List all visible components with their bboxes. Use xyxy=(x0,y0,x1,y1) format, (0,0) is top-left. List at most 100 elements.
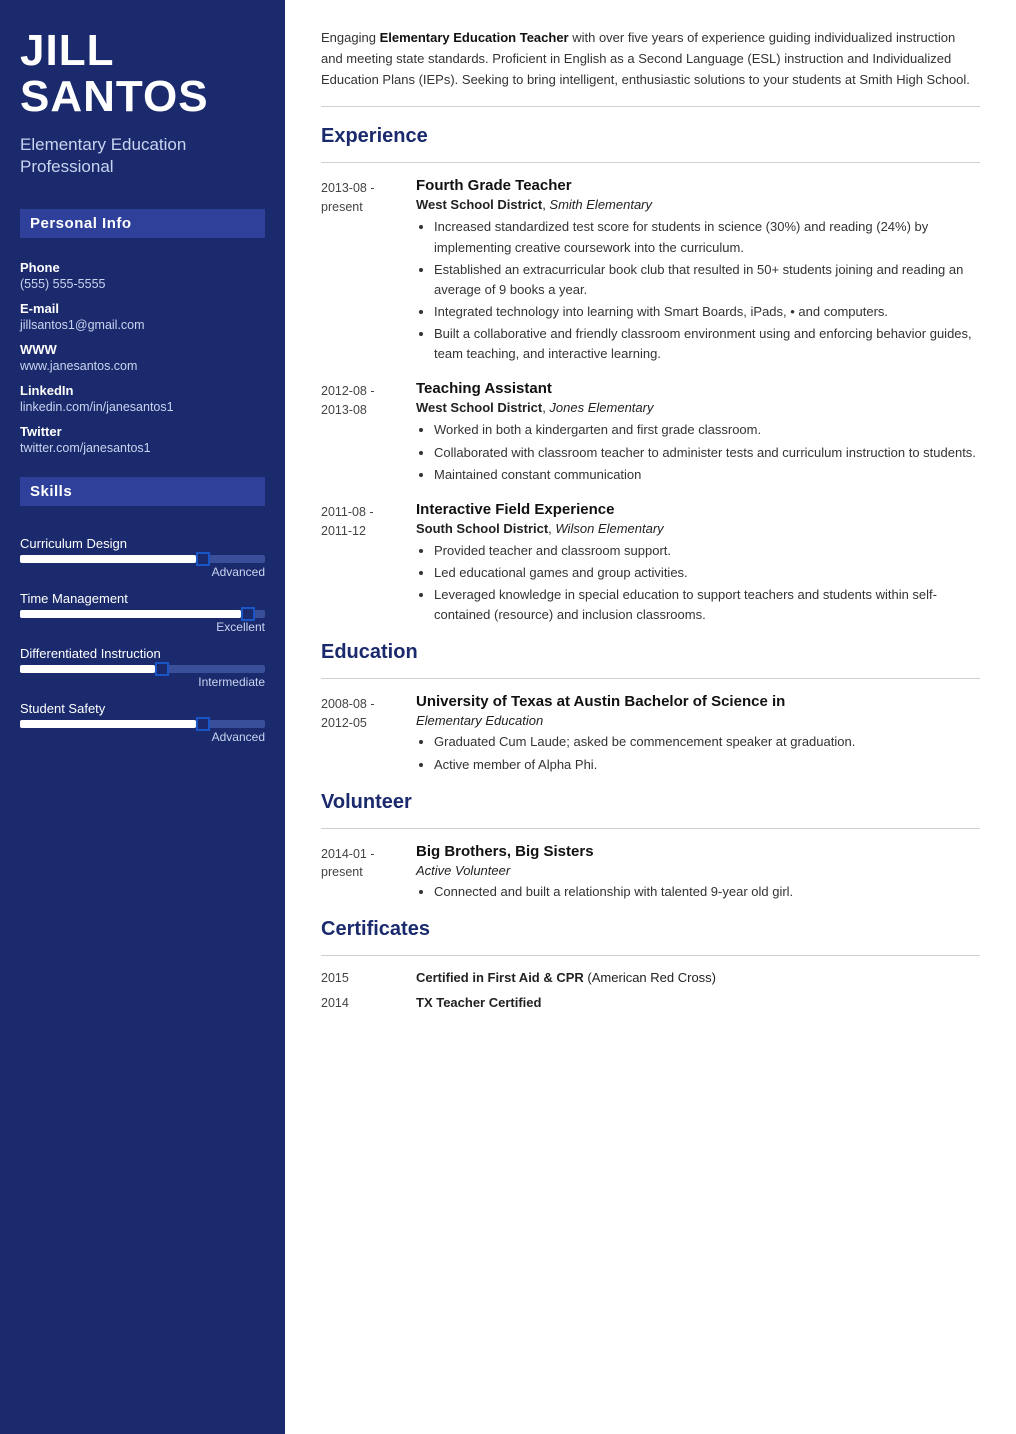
edu-sub: Elementary Education xyxy=(416,713,980,728)
personal-info-section: Phone (555) 555-5555 E-mail jillsantos1@… xyxy=(20,250,265,457)
skill-bar-dot xyxy=(196,717,210,731)
bullet: Established an extracurricular book club… xyxy=(434,260,980,300)
entry-org: West School District, Jones Elementary xyxy=(416,400,980,415)
certificates-list: 2015 Certified in First Aid & CPR (Ameri… xyxy=(321,970,980,1010)
certificates-divider xyxy=(321,955,980,956)
volunteer-entry: 2014-01 -present Big Brothers, Big Siste… xyxy=(321,843,980,904)
experience-entry: 2013-08 -present Fourth Grade Teacher We… xyxy=(321,177,980,366)
entry-title: Big Brothers, Big Sisters xyxy=(416,843,980,860)
cert-date: 2014 xyxy=(321,996,416,1010)
entry-content: University of Texas at Austin Bachelor o… xyxy=(416,693,980,776)
experience-entry: 2011-08 -2011-12 Interactive Field Exper… xyxy=(321,501,980,628)
entry-bullets: Increased standardized test score for st… xyxy=(416,217,980,364)
skill-bar-dot xyxy=(155,662,169,676)
skill-bar-dot xyxy=(196,552,210,566)
skill-level: Advanced xyxy=(20,565,265,579)
skill-bar-fill xyxy=(20,610,241,618)
skill-bar-bg xyxy=(20,665,265,673)
bullet: Connected and built a relationship with … xyxy=(434,882,980,902)
candidate-subtitle: Elementary Education Professional xyxy=(20,134,265,178)
skill-item: Differentiated Instruction Intermediate xyxy=(20,646,265,689)
skill-bar-dot xyxy=(241,607,255,621)
certificate-entry: 2014 TX Teacher Certified xyxy=(321,995,980,1010)
experience-divider xyxy=(321,162,980,163)
phone-value: (555) 555-5555 xyxy=(20,277,265,291)
bullet: Worked in both a kindergarten and first … xyxy=(434,420,980,440)
skill-bar-fill xyxy=(20,555,196,563)
entry-org: West School District, Smith Elementary xyxy=(416,197,980,212)
cert-content: TX Teacher Certified xyxy=(416,995,541,1010)
bullet: Graduated Cum Laude; asked be commenceme… xyxy=(434,732,980,752)
skill-name: Differentiated Instruction xyxy=(20,646,265,661)
skill-name: Time Management xyxy=(20,591,265,606)
bullet: Led educational games and group activiti… xyxy=(434,563,980,583)
entry-title: University of Texas at Austin Bachelor o… xyxy=(416,693,980,710)
skill-item: Student Safety Advanced xyxy=(20,701,265,744)
phone-label: Phone xyxy=(20,260,265,275)
skill-level: Excellent xyxy=(20,620,265,634)
entry-bullets: Connected and built a relationship with … xyxy=(416,882,980,902)
skill-level: Advanced xyxy=(20,730,265,744)
skill-bar-bg xyxy=(20,720,265,728)
education-section-title: Education xyxy=(321,641,980,664)
entry-date: 2014-01 -present xyxy=(321,843,416,904)
bullet: Increased standardized test score for st… xyxy=(434,217,980,257)
entry-date: 2011-08 -2011-12 xyxy=(321,501,416,628)
linkedin-label: LinkedIn xyxy=(20,383,265,398)
education-entry: 2008-08 -2012-05 University of Texas at … xyxy=(321,693,980,776)
bullet: Built a collaborative and friendly class… xyxy=(434,324,980,364)
personal-info-header: Personal Info xyxy=(20,209,265,238)
skill-bar-bg xyxy=(20,610,265,618)
email-value: jillsantos1@gmail.com xyxy=(20,318,265,332)
www-label: WWW xyxy=(20,342,265,357)
certificate-entry: 2015 Certified in First Aid & CPR (Ameri… xyxy=(321,970,980,985)
skill-name: Student Safety xyxy=(20,701,265,716)
skill-item: Curriculum Design Advanced xyxy=(20,536,265,579)
candidate-name: JILL SANTOS xyxy=(20,28,265,120)
education-divider xyxy=(321,678,980,679)
education-list: 2008-08 -2012-05 University of Texas at … xyxy=(321,693,980,776)
entry-title: Fourth Grade Teacher xyxy=(416,177,980,194)
entry-org: South School District, Wilson Elementary xyxy=(416,521,980,536)
experience-list: 2013-08 -present Fourth Grade Teacher We… xyxy=(321,177,980,627)
entry-date: 2013-08 -present xyxy=(321,177,416,366)
volunteer-section-title: Volunteer xyxy=(321,791,980,814)
skills-section: Curriculum Design Advanced Time Manageme… xyxy=(20,524,265,744)
vol-sub: Active Volunteer xyxy=(416,863,980,878)
entry-title: Interactive Field Experience xyxy=(416,501,980,518)
bullet: Provided teacher and classroom support. xyxy=(434,541,980,561)
twitter-label: Twitter xyxy=(20,424,265,439)
cert-date: 2015 xyxy=(321,971,416,985)
entry-title: Teaching Assistant xyxy=(416,380,980,397)
bullet: Leveraged knowledge in special education… xyxy=(434,585,980,625)
entry-bullets: Provided teacher and classroom support.L… xyxy=(416,541,980,626)
linkedin-value: linkedin.com/in/janesantos1 xyxy=(20,400,265,414)
email-label: E-mail xyxy=(20,301,265,316)
entry-content: Big Brothers, Big Sisters Active Volunte… xyxy=(416,843,980,904)
resume-container: JILL SANTOS Elementary Education Profess… xyxy=(0,0,1016,1434)
volunteer-list: 2014-01 -present Big Brothers, Big Siste… xyxy=(321,843,980,904)
bullet: Integrated technology into learning with… xyxy=(434,302,980,322)
skill-name: Curriculum Design xyxy=(20,536,265,551)
bullet: Maintained constant communication xyxy=(434,465,980,485)
bullet: Collaborated with classroom teacher to a… xyxy=(434,443,980,463)
twitter-value: twitter.com/janesantos1 xyxy=(20,441,265,455)
main-content: Engaging Elementary Education Teacher wi… xyxy=(285,0,1016,1434)
experience-section-title: Experience xyxy=(321,125,980,148)
skill-item: Time Management Excellent xyxy=(20,591,265,634)
entry-bullets: Worked in both a kindergarten and first … xyxy=(416,420,980,484)
entry-date: 2012-08 -2013-08 xyxy=(321,380,416,486)
skills-header: Skills xyxy=(20,477,265,506)
skill-bar-fill xyxy=(20,665,155,673)
summary: Engaging Elementary Education Teacher wi… xyxy=(321,28,980,107)
experience-entry: 2012-08 -2013-08 Teaching Assistant West… xyxy=(321,380,980,486)
bullet: Active member of Alpha Phi. xyxy=(434,755,980,775)
sidebar: JILL SANTOS Elementary Education Profess… xyxy=(0,0,285,1434)
skill-bar-bg xyxy=(20,555,265,563)
entry-date: 2008-08 -2012-05 xyxy=(321,693,416,776)
summary-bold: Elementary Education Teacher xyxy=(380,30,569,45)
certificates-section-title: Certificates xyxy=(321,918,980,941)
volunteer-divider xyxy=(321,828,980,829)
entry-bullets: Graduated Cum Laude; asked be commenceme… xyxy=(416,732,980,774)
entry-content: Teaching Assistant West School District,… xyxy=(416,380,980,486)
